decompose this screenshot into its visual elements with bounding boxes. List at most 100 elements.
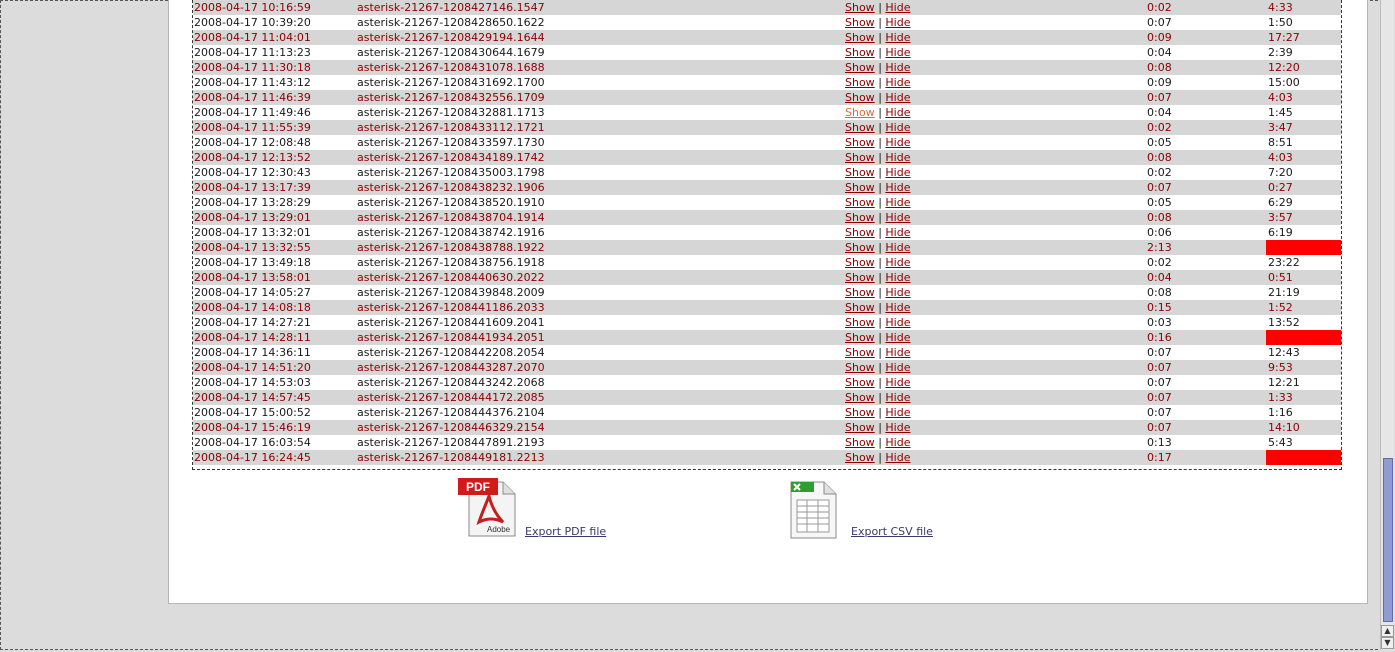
call-id: asterisk-21267-1208442208.2054 xyxy=(357,346,545,359)
hide-link[interactable]: Hide xyxy=(885,361,910,374)
show-link[interactable]: Show xyxy=(845,166,875,179)
call-date: 2008-04-17 15:46:19 xyxy=(194,421,311,434)
show-link[interactable]: Show xyxy=(845,406,875,419)
show-link[interactable]: Show xyxy=(845,151,875,164)
call-duration: 0:07 xyxy=(1147,346,1172,359)
hide-link[interactable]: Hide xyxy=(885,451,910,464)
pdf-file-icon: PDF Adobe xyxy=(458,478,516,537)
show-link[interactable]: Show xyxy=(845,316,875,329)
show-link[interactable]: Show xyxy=(845,46,875,59)
hide-link[interactable]: Hide xyxy=(885,286,910,299)
show-link[interactable]: Show xyxy=(845,61,875,74)
show-link[interactable]: Show xyxy=(845,136,875,149)
row-actions: Show | Hide xyxy=(845,210,910,225)
hide-link[interactable]: Hide xyxy=(885,241,910,254)
row-actions: Show | Hide xyxy=(845,420,910,435)
vertical-scrollbar[interactable]: ▲ ▼ xyxy=(1380,0,1394,650)
show-link[interactable]: Show xyxy=(845,1,875,14)
hide-link[interactable]: Hide xyxy=(885,346,910,359)
hide-link[interactable]: Hide xyxy=(885,256,910,269)
hide-link[interactable]: Hide xyxy=(885,436,910,449)
hide-link[interactable]: Hide xyxy=(885,166,910,179)
hide-link[interactable]: Hide xyxy=(885,226,910,239)
hide-link[interactable]: Hide xyxy=(885,406,910,419)
show-link[interactable]: Show xyxy=(845,16,875,29)
hide-link[interactable]: Hide xyxy=(885,106,910,119)
billed-time: 6:29 xyxy=(1268,196,1293,209)
pdf-brand-text: Adobe xyxy=(487,525,511,534)
billed-time: 3:47 xyxy=(1268,121,1293,134)
show-link[interactable]: Show xyxy=(845,106,875,119)
table-row: 2008-04-17 13:28:29 asterisk-21267-120843… xyxy=(193,195,1341,210)
hide-link[interactable]: Hide xyxy=(885,376,910,389)
scrollbar-thumb[interactable] xyxy=(1383,458,1393,622)
scroll-down-arrow-icon[interactable]: ▼ xyxy=(1381,637,1394,649)
show-link[interactable]: Show xyxy=(845,31,875,44)
show-link[interactable]: Show xyxy=(845,451,875,464)
scroll-up-arrow-icon[interactable]: ▲ xyxy=(1381,625,1394,637)
call-date: 2008-04-17 13:17:39 xyxy=(194,181,311,194)
export-csv[interactable]: Export CSV file xyxy=(788,476,958,546)
action-separator: | xyxy=(878,136,882,149)
hide-link[interactable]: Hide xyxy=(885,301,910,314)
show-link[interactable]: Show xyxy=(845,286,875,299)
show-link[interactable]: Show xyxy=(845,256,875,269)
show-link[interactable]: Show xyxy=(845,181,875,194)
show-link[interactable]: Show xyxy=(845,76,875,89)
hide-link[interactable]: Hide xyxy=(885,421,910,434)
hide-link[interactable]: Hide xyxy=(885,196,910,209)
hide-link[interactable]: Hide xyxy=(885,121,910,134)
call-duration: 0:07 xyxy=(1147,16,1172,29)
hide-link[interactable]: Hide xyxy=(885,391,910,404)
hide-link[interactable]: Hide xyxy=(885,31,910,44)
show-link[interactable]: Show xyxy=(845,121,875,134)
action-separator: | xyxy=(878,391,882,404)
show-link[interactable]: Show xyxy=(845,436,875,449)
hide-link[interactable]: Hide xyxy=(885,46,910,59)
hide-link[interactable]: Hide xyxy=(885,271,910,284)
call-duration: 0:07 xyxy=(1147,376,1172,389)
call-duration: 0:04 xyxy=(1147,271,1172,284)
hide-link[interactable]: Hide xyxy=(885,211,910,224)
hide-link[interactable]: Hide xyxy=(885,16,910,29)
call-date: 2008-04-17 14:57:45 xyxy=(194,391,311,404)
hide-link[interactable]: Hide xyxy=(885,76,910,89)
billed-time: 17:27 xyxy=(1268,31,1300,44)
call-duration: 0:07 xyxy=(1147,421,1172,434)
show-link[interactable]: Show xyxy=(845,241,875,254)
table-row: 2008-04-17 14:08:18 asterisk-21267-120844… xyxy=(193,300,1341,315)
action-separator: | xyxy=(878,61,882,74)
hide-link[interactable]: Hide xyxy=(885,316,910,329)
export-pdf[interactable]: PDF Adobe Export PDF file xyxy=(457,476,627,546)
show-link[interactable]: Show xyxy=(845,271,875,284)
table-row: 2008-04-17 11:30:18 asterisk-21267-120843… xyxy=(193,60,1341,75)
action-separator: | xyxy=(878,211,882,224)
call-id: asterisk-21267-1208429194.1644 xyxy=(357,31,545,44)
call-date: 2008-04-17 11:49:46 xyxy=(194,106,311,119)
show-link[interactable]: Show xyxy=(845,91,875,104)
show-link[interactable]: Show xyxy=(845,376,875,389)
call-id: asterisk-21267-1208433112.1721 xyxy=(357,121,545,134)
call-date: 2008-04-17 12:08:48 xyxy=(194,136,311,149)
export-pdf-link[interactable]: Export PDF file xyxy=(525,525,606,538)
show-link[interactable]: Show xyxy=(845,346,875,359)
show-link[interactable]: Show xyxy=(845,331,875,344)
show-link[interactable]: Show xyxy=(845,421,875,434)
hide-link[interactable]: Hide xyxy=(885,181,910,194)
show-link[interactable]: Show xyxy=(845,301,875,314)
hide-link[interactable]: Hide xyxy=(885,91,910,104)
export-csv-link[interactable]: Export CSV file xyxy=(851,525,933,538)
show-link[interactable]: Show xyxy=(845,226,875,239)
show-link[interactable]: Show xyxy=(845,361,875,374)
hide-link[interactable]: Hide xyxy=(885,331,910,344)
call-date: 2008-04-17 10:16:59 xyxy=(194,1,311,14)
hide-link[interactable]: Hide xyxy=(885,61,910,74)
show-link[interactable]: Show xyxy=(845,196,875,209)
hide-link[interactable]: Hide xyxy=(885,151,910,164)
show-link[interactable]: Show xyxy=(845,211,875,224)
call-date: 2008-04-17 13:32:01 xyxy=(194,226,311,239)
show-link[interactable]: Show xyxy=(845,391,875,404)
hide-link[interactable]: Hide xyxy=(885,136,910,149)
row-actions: Show | Hide xyxy=(845,450,910,465)
hide-link[interactable]: Hide xyxy=(885,1,910,14)
